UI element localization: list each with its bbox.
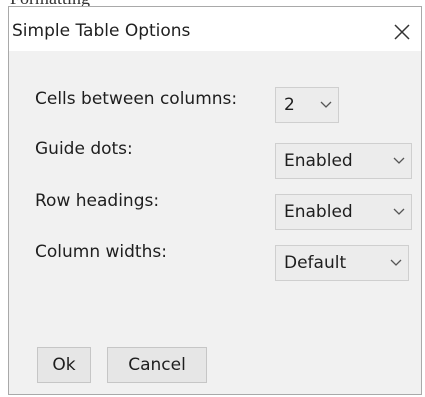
column-widths-select[interactable]: Default [275, 245, 409, 281]
cells-between-columns-select[interactable]: 2 [275, 87, 339, 123]
cancel-button[interactable]: Cancel [107, 347, 207, 383]
dialog-titlebar: Simple Table Options [9, 7, 421, 51]
row-headings-select[interactable]: Enabled [275, 194, 412, 230]
cells-between-columns-value: 2 [284, 95, 295, 115]
guide-dots-value: Enabled [284, 151, 353, 171]
dialog-title: Simple Table Options [12, 21, 191, 41]
row-headings-value: Enabled [284, 202, 353, 222]
chevron-down-icon [314, 101, 338, 109]
screen: Formatting Simple Table Options Cells be… [0, 0, 425, 397]
close-button[interactable] [387, 17, 417, 47]
close-x-icon [394, 24, 410, 40]
dialog-body: Cells between columns: 2 Guide dots: Ena… [9, 51, 421, 394]
chevron-down-icon [387, 208, 411, 216]
guide-dots-select[interactable]: Enabled [275, 143, 412, 179]
simple-table-options-dialog: Simple Table Options Cells between colum… [8, 6, 422, 395]
column-widths-value: Default [284, 253, 347, 273]
ok-button[interactable]: Ok [37, 347, 91, 383]
cells-between-columns-label: Cells between columns: [35, 89, 238, 109]
row-headings-label: Row headings: [35, 191, 160, 211]
chevron-down-icon [387, 157, 411, 165]
chevron-down-icon [384, 259, 408, 267]
guide-dots-label: Guide dots: [35, 139, 133, 159]
column-widths-label: Column widths: [35, 242, 167, 262]
